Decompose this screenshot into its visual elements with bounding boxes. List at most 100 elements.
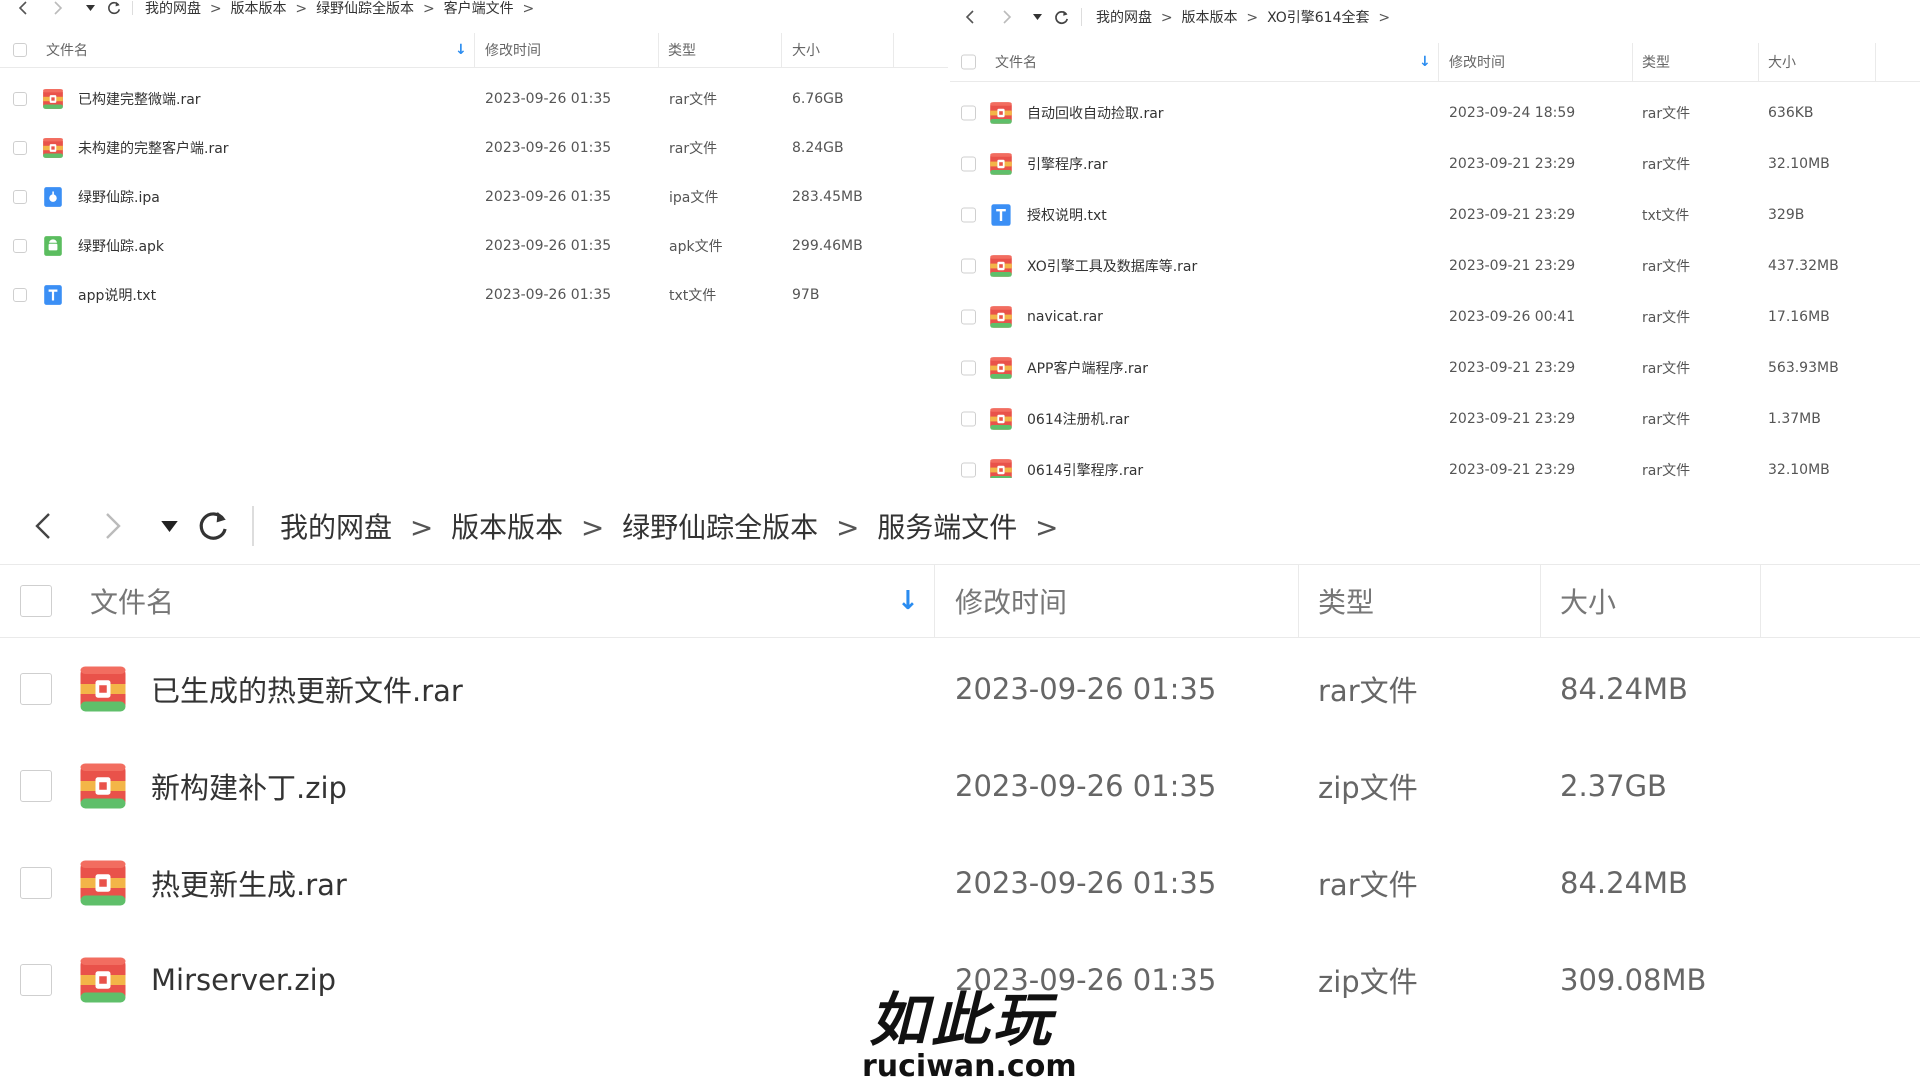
row-checkbox[interactable] — [20, 866, 52, 899]
refresh-icon[interactable] — [1053, 10, 1069, 25]
file-name[interactable]: XO引擎工具及数据库等.rar — [1027, 240, 1197, 291]
row-checkbox[interactable] — [13, 140, 27, 155]
breadcrumb-item[interactable]: 版本版本 — [451, 511, 563, 544]
col-header-modified[interactable]: 修改时间 — [485, 33, 541, 67]
sort-down-arrow-icon[interactable]: ↓ — [897, 586, 919, 616]
file-row[interactable]: 0614注册机.rar 2023-09-21 23:29 rar文件 1.37MB — [950, 393, 1920, 444]
file-name[interactable]: Mirserver.zip — [151, 931, 336, 1028]
file-name[interactable]: 新构建补丁.zip — [151, 737, 347, 834]
file-row[interactable]: 热更新生成.rar 2023-09-26 01:35 rar文件 84.24MB — [0, 834, 1920, 931]
refresh-icon[interactable] — [196, 510, 230, 542]
row-checkbox[interactable] — [961, 462, 976, 477]
breadcrumb-item-current[interactable]: 客户端文件 — [444, 1, 514, 17]
file-modified-time: 2023-09-21 23:29 — [1449, 359, 1576, 376]
forward-icon[interactable] — [999, 10, 1015, 24]
file-name[interactable]: app说明.txt — [78, 270, 156, 319]
col-header-modified[interactable]: 修改时间 — [955, 565, 1067, 637]
back-icon[interactable] — [961, 10, 977, 24]
rar-file-icon — [989, 356, 1013, 380]
row-checkbox[interactable] — [13, 238, 27, 253]
file-row[interactable]: 未构建的完整客户端.rar 2023-09-26 01:35 rar文件 8.24GB — [0, 123, 948, 172]
dropdown-caret-icon[interactable] — [84, 5, 96, 11]
col-header-name[interactable]: 文件名 — [995, 43, 1037, 81]
file-row[interactable]: navicat.rar 2023-09-26 00:41 rar文件 17.16MB — [950, 291, 1920, 342]
breadcrumb-item[interactable]: 版本版本 — [1182, 10, 1238, 26]
select-all-checkbox[interactable] — [961, 54, 976, 70]
back-icon[interactable] — [14, 1, 30, 15]
breadcrumb-item-current[interactable]: XO引擎614全套 — [1267, 10, 1369, 26]
row-checkbox[interactable] — [20, 769, 52, 802]
forward-icon[interactable] — [100, 511, 128, 541]
dropdown-caret-icon[interactable] — [158, 520, 180, 532]
col-header-size[interactable]: 大小 — [1560, 565, 1616, 637]
row-checkbox[interactable] — [20, 672, 52, 705]
file-type: apk文件 — [669, 238, 723, 255]
col-header-type[interactable]: 类型 — [1318, 565, 1374, 637]
breadcrumb-item[interactable]: 绿野仙踪全版本 — [622, 511, 818, 544]
col-header-name[interactable]: 文件名 — [46, 33, 88, 67]
dropdown-caret-icon[interactable] — [1031, 14, 1043, 20]
row-checkbox[interactable] — [13, 189, 27, 204]
file-row[interactable]: 绿野仙踪.apk 2023-09-26 01:35 apk文件 299.46MB — [0, 221, 948, 270]
file-size: 6.76GB — [792, 90, 844, 107]
file-name[interactable]: APP客户端程序.rar — [1027, 342, 1148, 393]
file-size: 97B — [792, 286, 820, 303]
row-checkbox[interactable] — [13, 91, 27, 106]
col-header-modified[interactable]: 修改时间 — [1449, 43, 1505, 81]
file-row[interactable]: 已构建完整微端.rar 2023-09-26 01:35 rar文件 6.76GB — [0, 74, 948, 123]
file-row[interactable]: XO引擎工具及数据库等.rar 2023-09-21 23:29 rar文件 437.… — [950, 240, 1920, 291]
col-header-type[interactable]: 类型 — [668, 33, 696, 67]
file-name[interactable]: 已构建完整微端.rar — [78, 74, 201, 123]
row-checkbox[interactable] — [961, 360, 976, 375]
breadcrumb-item-root[interactable]: 我的网盘 — [1096, 10, 1152, 26]
zip-file-icon — [78, 955, 128, 1005]
file-row[interactable]: 绿野仙踪.ipa 2023-09-26 01:35 ipa文件 283.45MB — [0, 172, 948, 221]
file-name[interactable]: 0614注册机.rar — [1027, 393, 1129, 444]
file-row[interactable]: 授权说明.txt 2023-09-21 23:29 txt文件 329B — [950, 189, 1920, 240]
row-checkbox[interactable] — [961, 258, 976, 273]
file-row[interactable]: 新构建补丁.zip 2023-09-26 01:35 zip文件 2.37GB — [0, 737, 1920, 834]
file-name[interactable]: 绿野仙踪.apk — [78, 221, 164, 270]
breadcrumb-item-root[interactable]: 我的网盘 — [280, 511, 392, 544]
file-name[interactable]: 绿野仙踪.ipa — [78, 172, 160, 221]
row-checkbox[interactable] — [961, 309, 976, 324]
file-name[interactable]: 热更新生成.rar — [151, 834, 347, 931]
file-name[interactable]: navicat.rar — [1027, 291, 1103, 342]
row-checkbox[interactable] — [961, 207, 976, 222]
file-row[interactable]: 已生成的热更新文件.rar 2023-09-26 01:35 rar文件 84.24M… — [0, 640, 1920, 737]
forward-icon[interactable] — [50, 1, 66, 15]
file-row[interactable]: 0614引擎程序.rar 2023-09-21 23:29 rar文件 32.10MB — [950, 444, 1920, 480]
row-checkbox[interactable] — [961, 156, 976, 171]
breadcrumb-item[interactable]: 版本版本 — [231, 1, 287, 17]
file-row[interactable]: 自动回收自动捡取.rar 2023-09-24 18:59 rar文件 636KB — [950, 87, 1920, 138]
col-header-size[interactable]: 大小 — [792, 33, 820, 67]
back-icon[interactable] — [28, 511, 56, 541]
row-checkbox[interactable] — [20, 963, 52, 996]
rar-file-icon — [42, 88, 64, 110]
select-all-checkbox[interactable] — [13, 43, 27, 57]
file-name[interactable]: 引擎程序.rar — [1027, 138, 1108, 189]
file-row[interactable]: 引擎程序.rar 2023-09-21 23:29 rar文件 32.10MB — [950, 138, 1920, 189]
refresh-icon[interactable] — [106, 1, 122, 15]
breadcrumb-item-root[interactable]: 我的网盘 — [145, 1, 201, 17]
breadcrumb-item[interactable]: 绿野仙踪全版本 — [316, 1, 414, 17]
file-name[interactable]: 已生成的热更新文件.rar — [151, 640, 463, 737]
file-name[interactable]: 授权说明.txt — [1027, 189, 1107, 240]
sort-down-arrow-icon[interactable]: ↓ — [455, 42, 467, 58]
select-all-checkbox[interactable] — [20, 585, 52, 617]
col-header-name[interactable]: 文件名 — [90, 565, 174, 637]
file-name[interactable]: 自动回收自动捡取.rar — [1027, 87, 1164, 138]
row-checkbox[interactable] — [961, 105, 976, 120]
file-name[interactable]: 未构建的完整客户端.rar — [78, 123, 229, 172]
file-size: 437.32MB — [1768, 257, 1839, 274]
sort-down-arrow-icon[interactable]: ↓ — [1419, 54, 1431, 70]
file-name[interactable]: 0614引擎程序.rar — [1027, 444, 1143, 480]
file-row[interactable]: APP客户端程序.rar 2023-09-21 23:29 rar文件 563.93M… — [950, 342, 1920, 393]
col-header-type[interactable]: 类型 — [1642, 43, 1670, 81]
file-row[interactable]: app说明.txt 2023-09-26 01:35 txt文件 97B — [0, 270, 948, 319]
breadcrumb-item-current[interactable]: 服务端文件 — [877, 511, 1017, 544]
col-header-size[interactable]: 大小 — [1768, 43, 1796, 81]
row-checkbox[interactable] — [961, 411, 976, 426]
row-checkbox[interactable] — [13, 287, 27, 302]
rar-file-icon — [78, 858, 128, 908]
